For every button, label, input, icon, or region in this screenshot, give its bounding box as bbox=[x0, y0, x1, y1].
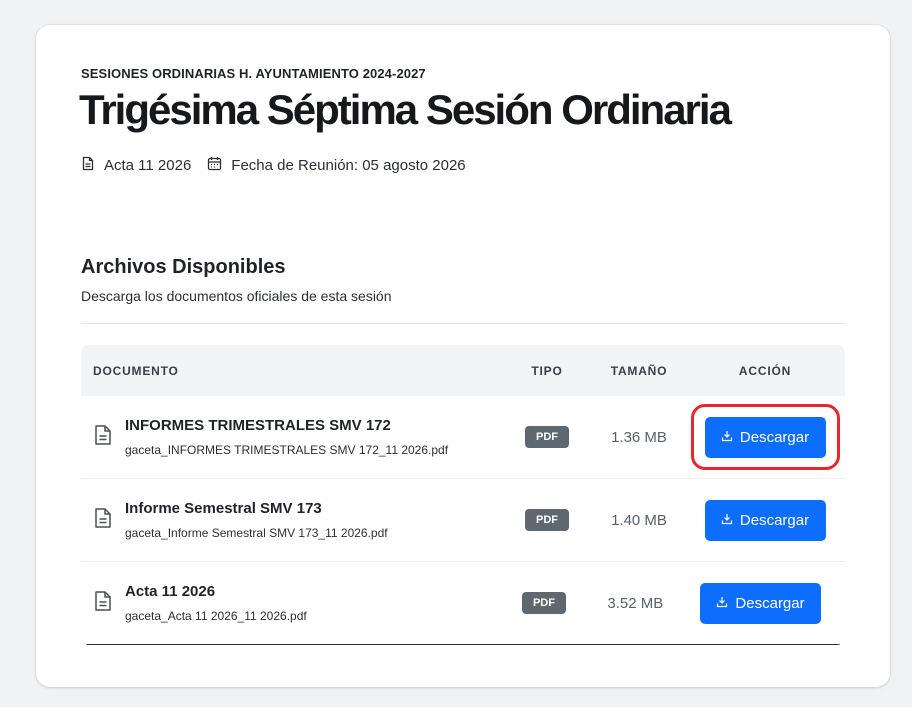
type-badge: PDF bbox=[525, 509, 569, 531]
fecha-meta: Fecha de Reunión: 05 agosto 2026 bbox=[207, 156, 466, 175]
download-icon bbox=[721, 512, 740, 529]
file-text-icon bbox=[93, 424, 125, 451]
file-size: 3.52 MB bbox=[607, 594, 664, 612]
document-name: INFORMES TRIMESTRALES SMV 172 bbox=[125, 417, 391, 434]
document-cell: INFORMES TRIMESTRALES SMV 172 gaceta_INF… bbox=[81, 417, 501, 457]
type-badge: PDF bbox=[521, 592, 566, 614]
document-filename: gaceta_Informe Semestral SMV 173_11 2026… bbox=[125, 526, 388, 540]
document-cell: Informe Semestral SMV 173 gaceta_Informe… bbox=[81, 500, 501, 540]
download-button-label: Descargar bbox=[739, 428, 810, 446]
table-header: DOCUMENTO TIPO TAMAÑO ACCIÓN bbox=[81, 345, 845, 396]
column-documento: DOCUMENTO bbox=[93, 363, 179, 378]
document-cell: Acta 11 2026 gaceta_Acta 11 2026_11 2026… bbox=[86, 583, 498, 623]
session-meta: Acta 11 2026 Fecha de Reunión: 05 agosto… bbox=[81, 156, 482, 175]
download-button-label: Descargar bbox=[739, 511, 810, 529]
session-category: SESIONES ORDINARIAS H. AYUNTAMIENTO 2024… bbox=[81, 66, 426, 81]
type-cell: PDF bbox=[501, 426, 593, 448]
document-name: Acta 11 2026 bbox=[125, 583, 216, 600]
files-section-title: Archivos Disponibles bbox=[81, 256, 286, 278]
column-tamano: TAMAÑO bbox=[610, 363, 668, 378]
document-name: Informe Semestral SMV 173 bbox=[125, 500, 322, 517]
table-row: Acta 11 2026 gaceta_Acta 11 2026_11 2026… bbox=[86, 562, 840, 645]
action-cell: Descargar bbox=[681, 582, 840, 624]
session-card: SESIONES ORDINARIAS H. AYUNTAMIENTO 2024… bbox=[36, 25, 890, 687]
table-row: Informe Semestral SMV 173 gaceta_Informe… bbox=[81, 479, 845, 562]
type-cell: PDF bbox=[501, 509, 593, 531]
document-filename: gaceta_Acta 11 2026_11 2026.pdf bbox=[125, 609, 307, 623]
download-icon bbox=[716, 595, 735, 612]
table-row: INFORMES TRIMESTRALES SMV 172 gaceta_INF… bbox=[81, 396, 845, 479]
document-icon bbox=[81, 156, 104, 175]
file-text-icon bbox=[93, 507, 125, 534]
column-tipo: TIPO bbox=[531, 363, 563, 378]
type-badge: PDF bbox=[525, 426, 569, 448]
fecha-label: Fecha de Reunión: 05 agosto 2026 bbox=[231, 157, 466, 174]
file-size: 1.40 MB bbox=[611, 511, 667, 529]
calendar-icon bbox=[207, 156, 231, 175]
download-button-label: Descargar bbox=[735, 594, 805, 612]
type-cell: PDF bbox=[498, 592, 589, 614]
acta-label: Acta 11 2026 bbox=[104, 157, 192, 174]
column-accion: ACCIÓN bbox=[738, 363, 792, 378]
document-filename: gaceta_INFORMES TRIMESTRALES SMV 172_11 … bbox=[125, 443, 449, 457]
page-title: Trigésima Séptima Sesión Ordinaria bbox=[79, 86, 732, 133]
acta-meta: Acta 11 2026 bbox=[81, 156, 191, 175]
download-button[interactable]: Descargar bbox=[704, 416, 826, 458]
files-section-subtitle: Descarga los documentos oficiales de est… bbox=[81, 288, 392, 304]
download-button[interactable]: Descargar bbox=[704, 499, 826, 541]
files-table: DOCUMENTO TIPO TAMAÑO ACCIÓN INFORMES TR… bbox=[81, 345, 845, 645]
download-button[interactable]: Descargar bbox=[700, 582, 822, 624]
action-cell: Descargar bbox=[685, 499, 845, 541]
download-icon bbox=[721, 429, 740, 446]
file-size: 1.36 MB bbox=[611, 428, 667, 446]
divider bbox=[81, 323, 845, 324]
action-cell: Descargar bbox=[685, 416, 845, 458]
file-text-icon bbox=[93, 590, 125, 617]
